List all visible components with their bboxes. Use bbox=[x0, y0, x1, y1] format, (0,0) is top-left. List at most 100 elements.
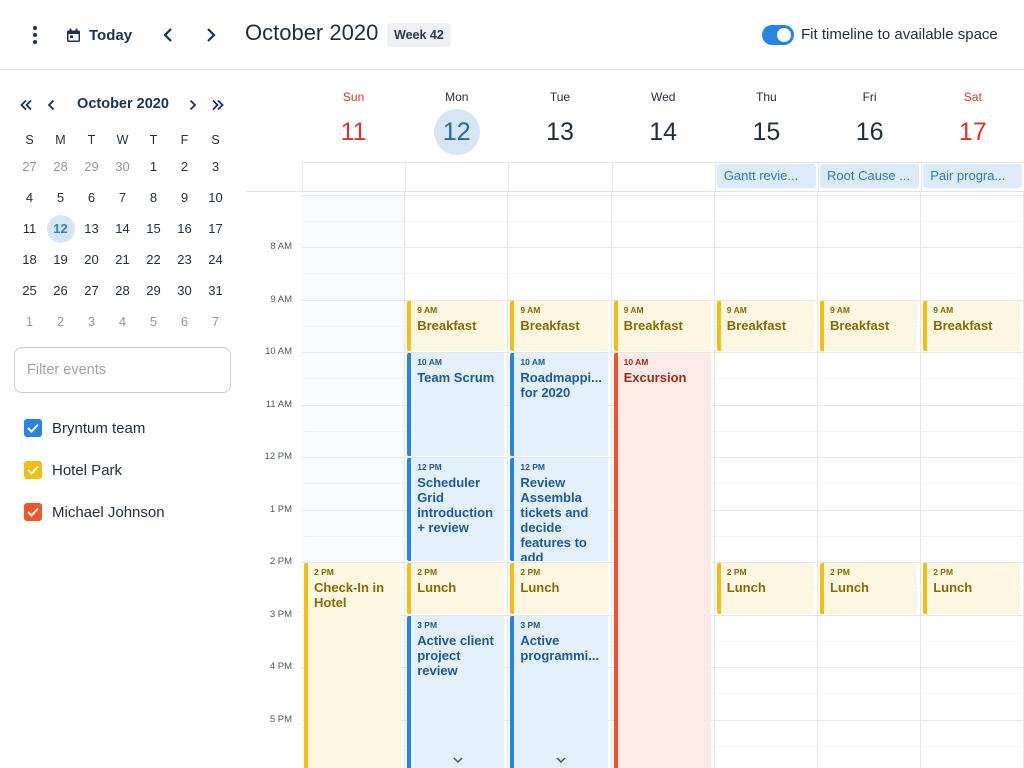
mini-day[interactable]: 30 bbox=[107, 151, 138, 182]
mini-day[interactable]: 4 bbox=[14, 182, 45, 213]
calendar-event[interactable]: 10 AM Excursion bbox=[613, 353, 711, 768]
calendar-event[interactable]: 9 AM Breakfast bbox=[716, 300, 814, 352]
resource-checkbox[interactable] bbox=[24, 503, 42, 521]
day-column[interactable] bbox=[818, 192, 922, 768]
calendar-event[interactable]: 10 AM Roadmappi... for 2020 bbox=[510, 353, 608, 457]
mini-day[interactable]: 26 bbox=[45, 275, 76, 306]
day-header[interactable]: Tue 13 bbox=[508, 71, 612, 163]
resource-checkbox[interactable] bbox=[24, 419, 42, 437]
mini-day[interactable]: 5 bbox=[45, 182, 76, 213]
mini-day[interactable]: 29 bbox=[138, 275, 169, 306]
calendar-event[interactable]: 9 AM Breakfast bbox=[407, 300, 505, 352]
next-year-button[interactable] bbox=[207, 93, 229, 117]
day-header[interactable]: Sat 17 bbox=[921, 71, 1024, 163]
chevron-down-icon[interactable] bbox=[411, 751, 504, 768]
day-column[interactable] bbox=[921, 192, 1024, 768]
mini-day[interactable]: 7 bbox=[107, 182, 138, 213]
mini-day[interactable]: 18 bbox=[14, 244, 45, 275]
mini-day[interactable]: 6 bbox=[169, 306, 200, 337]
day-header[interactable]: Thu 15 bbox=[714, 71, 818, 163]
next-week-button[interactable] bbox=[198, 22, 224, 48]
today-button[interactable]: Today bbox=[66, 22, 132, 48]
mini-day[interactable]: 20 bbox=[76, 244, 107, 275]
mini-day[interactable]: 17 bbox=[200, 213, 231, 244]
calendar-event[interactable]: 9 AM Breakfast bbox=[923, 300, 1021, 352]
mini-day[interactable]: 10 bbox=[200, 182, 231, 213]
mini-day[interactable]: 31 bbox=[200, 275, 231, 306]
next-month-button[interactable] bbox=[182, 93, 204, 117]
mini-day[interactable]: 28 bbox=[45, 151, 76, 182]
day-date: 12 bbox=[433, 109, 480, 155]
mini-day[interactable]: 23 bbox=[169, 244, 200, 275]
mini-day[interactable]: 19 bbox=[45, 244, 76, 275]
mini-day[interactable]: 13 bbox=[76, 213, 107, 244]
mini-weekday-label: T bbox=[87, 133, 96, 147]
mini-day[interactable]: 27 bbox=[14, 151, 45, 182]
calendar-event[interactable]: 2 PM Lunch bbox=[923, 563, 1021, 614]
mini-day[interactable]: 27 bbox=[76, 275, 107, 306]
resource-item[interactable]: Michael Johnson bbox=[24, 502, 165, 522]
mini-day[interactable]: 15 bbox=[138, 213, 169, 244]
calendar-event[interactable]: 12 PM Review Assembla tickets and decide … bbox=[510, 458, 608, 562]
resource-item[interactable]: Hotel Park bbox=[24, 460, 122, 480]
mini-day[interactable]: 24 bbox=[200, 244, 231, 275]
event-time: 9 AM bbox=[623, 304, 644, 315]
mini-day[interactable]: 11 bbox=[14, 213, 45, 244]
mini-day[interactable]: 2 bbox=[169, 151, 200, 182]
mini-day[interactable]: 5 bbox=[138, 306, 169, 337]
calendar-event[interactable]: 2 PM Lunch bbox=[510, 563, 608, 614]
mini-day[interactable]: 29 bbox=[76, 151, 107, 182]
day-header[interactable]: Wed 14 bbox=[611, 71, 715, 163]
calendar-event[interactable]: 3 PM Active client project review bbox=[407, 615, 505, 768]
mini-day[interactable]: 9 bbox=[169, 182, 200, 213]
calendar-event[interactable]: 2 PM Lunch bbox=[716, 563, 814, 614]
event-name: Excursion bbox=[623, 370, 687, 386]
calendar-event[interactable]: 9 AM Breakfast bbox=[820, 300, 918, 352]
all-day-event[interactable]: Gantt revie... bbox=[716, 164, 816, 188]
mini-day[interactable]: 30 bbox=[169, 275, 200, 306]
mini-day[interactable]: 1 bbox=[14, 306, 45, 337]
mini-day-selected[interactable]: 12 bbox=[45, 213, 76, 244]
day-name: Sun bbox=[342, 90, 365, 104]
more-menu-icon[interactable] bbox=[24, 22, 46, 48]
calendar-event[interactable]: 2 PM Check-In in Hotel bbox=[304, 563, 402, 768]
mini-day[interactable]: 1 bbox=[138, 151, 169, 182]
calendar-event[interactable]: 2 PM Lunch bbox=[820, 563, 918, 614]
mini-day[interactable]: 8 bbox=[138, 182, 169, 213]
resource-checkbox[interactable] bbox=[24, 461, 42, 479]
mini-day[interactable]: 16 bbox=[169, 213, 200, 244]
mini-day[interactable]: 3 bbox=[200, 151, 231, 182]
calendar-event[interactable]: 9 AM Breakfast bbox=[613, 300, 711, 352]
chevron-down-icon[interactable] bbox=[514, 751, 607, 768]
day-header[interactable]: Sun 11 bbox=[302, 71, 406, 163]
mini-day[interactable]: 22 bbox=[138, 244, 169, 275]
mini-day[interactable]: 4 bbox=[107, 306, 138, 337]
resource-item[interactable]: Bryntum team bbox=[24, 418, 145, 438]
all-day-cell[interactable] bbox=[302, 163, 406, 192]
mini-day[interactable]: 6 bbox=[76, 182, 107, 213]
all-day-event[interactable]: Root Cause ... bbox=[820, 164, 920, 188]
all-day-cell[interactable] bbox=[611, 163, 715, 192]
mini-day[interactable]: 28 bbox=[107, 275, 138, 306]
calendar-event[interactable]: 3 PM Active programmi... bbox=[510, 615, 608, 768]
calendar-event[interactable]: 9 AM Breakfast bbox=[510, 300, 608, 352]
mini-day[interactable]: 21 bbox=[107, 244, 138, 275]
calendar-event[interactable]: 2 PM Lunch bbox=[407, 563, 505, 614]
event-name: Lunch bbox=[830, 580, 869, 596]
mini-day[interactable]: 7 bbox=[200, 306, 231, 337]
filter-events-input[interactable] bbox=[14, 347, 231, 393]
day-column[interactable] bbox=[715, 192, 818, 768]
mini-day[interactable]: 3 bbox=[76, 306, 107, 337]
mini-day[interactable]: 14 bbox=[107, 213, 138, 244]
all-day-cell[interactable] bbox=[508, 163, 612, 192]
all-day-cell[interactable] bbox=[405, 163, 509, 192]
previous-week-button[interactable] bbox=[155, 22, 181, 48]
day-header[interactable]: Mon 12 bbox=[405, 71, 509, 163]
calendar-event[interactable]: 10 AM Team Scrum bbox=[407, 353, 505, 457]
mini-day[interactable]: 2 bbox=[45, 306, 76, 337]
fit-timeline-toggle[interactable] bbox=[762, 25, 794, 45]
calendar-event[interactable]: 12 PM Scheduler Grid introduction + revie… bbox=[407, 458, 505, 562]
mini-day[interactable]: 25 bbox=[14, 275, 45, 306]
day-header[interactable]: Fri 16 bbox=[818, 71, 922, 163]
all-day-event[interactable]: Pair progra... bbox=[923, 164, 1023, 188]
